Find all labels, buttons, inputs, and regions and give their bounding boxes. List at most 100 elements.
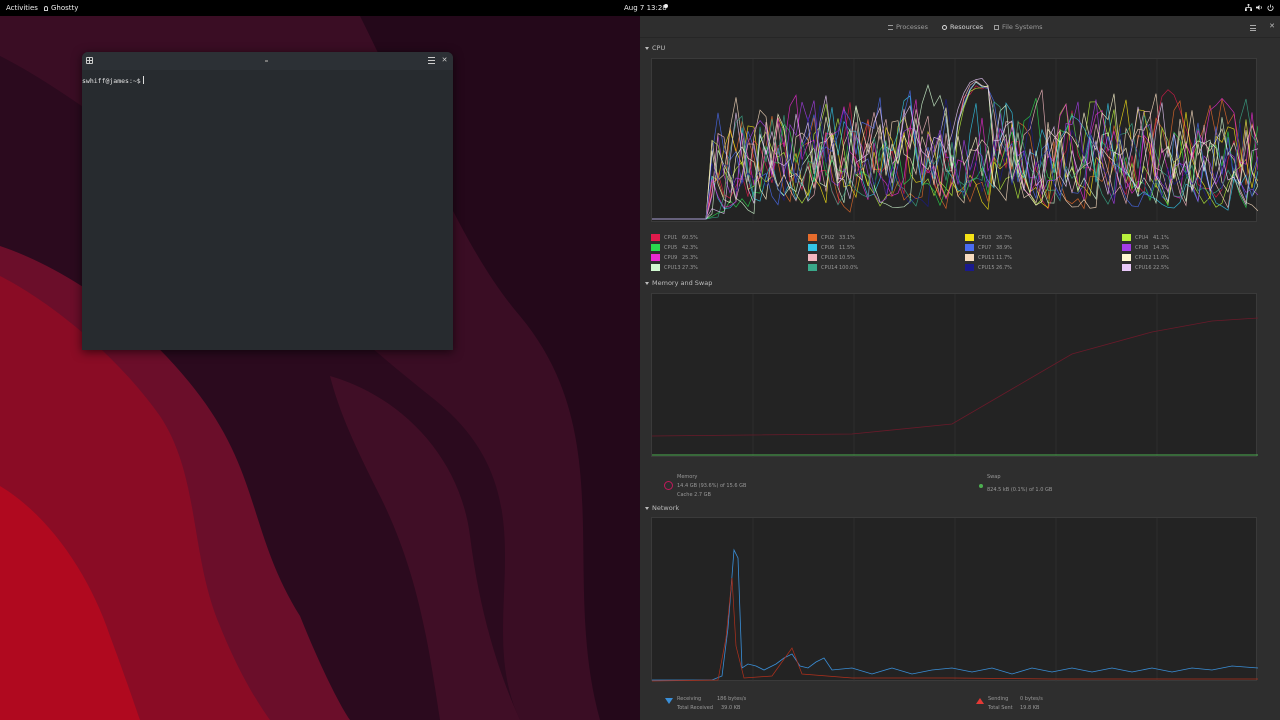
cpu-color-swatch[interactable] bbox=[965, 254, 974, 261]
terminal-window[interactable]: ✕ swhiff@james:~$ bbox=[82, 52, 453, 350]
cpu-color-swatch[interactable] bbox=[808, 264, 817, 271]
cpu-legend-item: CPU12 11.0% bbox=[1122, 254, 1169, 261]
tab-label: Resources bbox=[950, 23, 984, 31]
terminal-output[interactable]: swhiff@james:~$ bbox=[82, 70, 453, 85]
sending-arrow-icon bbox=[976, 698, 984, 704]
swap-value: 824.5 kB (0.1%) of 1.0 GB bbox=[987, 487, 1053, 493]
app-menu[interactable]: Ghostty bbox=[44, 4, 78, 12]
hamburger-menu-icon[interactable] bbox=[428, 57, 435, 64]
memory-section-header[interactable]: Memory and Swap bbox=[645, 279, 712, 287]
terminal-header-bar[interactable]: ✕ bbox=[82, 52, 453, 70]
cpu-name: CPU7 bbox=[978, 244, 992, 251]
tab-processes[interactable]: Processes bbox=[888, 23, 928, 31]
network-title: Network bbox=[652, 504, 680, 512]
clock[interactable]: Aug 7 13:28 bbox=[624, 4, 667, 12]
cpu-name: CPU16 bbox=[1135, 264, 1152, 271]
power-icon bbox=[1267, 4, 1274, 11]
cpu-name: CPU13 bbox=[664, 264, 681, 271]
memory-value: 14.4 GB (93.6%) of 15.6 GB bbox=[677, 483, 747, 489]
swap-label: Swap bbox=[987, 474, 1001, 480]
cpu-name: CPU11 bbox=[978, 254, 995, 261]
network-lines bbox=[652, 518, 1258, 682]
cpu-color-swatch[interactable] bbox=[651, 244, 660, 251]
cpu-color-swatch[interactable] bbox=[1122, 254, 1131, 261]
cpu-value: 11.5% bbox=[839, 244, 855, 251]
total-received-value: 39.0 KB bbox=[721, 705, 741, 711]
cpu-color-swatch[interactable] bbox=[651, 254, 660, 261]
cpu-legend-item: CPU11 11.7% bbox=[965, 254, 1012, 261]
cpu-legend-item: CPU4 41.1% bbox=[1122, 234, 1169, 241]
cpu-name: CPU4 bbox=[1135, 234, 1149, 241]
cpu-name: CPU15 bbox=[978, 264, 995, 271]
cpu-legend-item: CPU16 22.5% bbox=[1122, 264, 1169, 271]
drag-handle[interactable] bbox=[265, 60, 268, 62]
cpu-name: CPU1 bbox=[664, 234, 678, 241]
cpu-color-swatch[interactable] bbox=[965, 244, 974, 251]
disk-icon bbox=[994, 24, 999, 30]
memory-lines bbox=[652, 294, 1258, 458]
cpu-value: 26.7% bbox=[996, 234, 1012, 241]
system-monitor-window[interactable]: Processes Resources File Systems ✕ CPU C… bbox=[640, 16, 1280, 720]
memory-label: Memory bbox=[677, 474, 698, 480]
cpu-title: CPU bbox=[652, 44, 666, 52]
tab-resources[interactable]: Resources bbox=[942, 23, 983, 31]
cache-value: Cache 2.7 GB bbox=[677, 492, 711, 498]
cpu-value: 42.3% bbox=[682, 244, 698, 251]
cpu-name: CPU14 bbox=[821, 264, 838, 271]
cpu-legend-item: CPU9 25.3% bbox=[651, 254, 698, 261]
cpu-value: 22.5% bbox=[1153, 264, 1169, 271]
cpu-value: 33.1% bbox=[839, 234, 855, 241]
cpu-value: 41.1% bbox=[1153, 234, 1169, 241]
volume-icon bbox=[1256, 4, 1262, 11]
cpu-value: 27.3% bbox=[682, 264, 698, 271]
system-status-area[interactable] bbox=[1245, 4, 1274, 11]
cpu-value: 10.5% bbox=[839, 254, 855, 261]
cpu-legend-item: CPU10 10.5% bbox=[808, 254, 855, 261]
memory-history-graph bbox=[651, 293, 1258, 458]
cpu-name: CPU2 bbox=[821, 234, 835, 241]
close-icon[interactable]: ✕ bbox=[1269, 22, 1275, 30]
cpu-color-swatch[interactable] bbox=[965, 264, 974, 271]
total-sent-value: 19.8 KB bbox=[1020, 705, 1040, 711]
text-cursor bbox=[142, 76, 144, 84]
total-sent-label: Total Sent bbox=[988, 705, 1013, 711]
tab-file-systems[interactable]: File Systems bbox=[994, 23, 1043, 31]
close-icon[interactable]: ✕ bbox=[440, 56, 449, 65]
cpu-color-swatch[interactable] bbox=[808, 234, 817, 241]
shell-prompt: swhiff@james:~$ bbox=[82, 77, 141, 85]
desktop-wallpaper: ✕ swhiff@james:~$ bbox=[0, 16, 640, 720]
cpu-legend-item: CPU7 38.9% bbox=[965, 244, 1012, 251]
list-icon bbox=[888, 24, 893, 30]
cpu-color-swatch[interactable] bbox=[965, 234, 974, 241]
activities-button[interactable]: Activities bbox=[6, 4, 38, 12]
network-legend: Receiving 186 bytes/s Total Received 39.… bbox=[651, 694, 1271, 716]
monitor-header-bar[interactable]: Processes Resources File Systems ✕ bbox=[640, 16, 1280, 38]
cpu-color-swatch[interactable] bbox=[651, 234, 660, 241]
cpu-color-swatch[interactable] bbox=[1122, 234, 1131, 241]
cpu-value: 14.3% bbox=[1153, 244, 1169, 251]
cpu-color-swatch[interactable] bbox=[651, 264, 660, 271]
cpu-value: 60.5% bbox=[682, 234, 698, 241]
receiving-value: 186 bytes/s bbox=[717, 696, 747, 702]
hamburger-menu-icon[interactable] bbox=[1250, 25, 1256, 33]
cpu-name: CPU5 bbox=[664, 244, 678, 251]
network-section-header[interactable]: Network bbox=[645, 504, 679, 512]
cpu-color-swatch[interactable] bbox=[1122, 264, 1131, 271]
cpu-color-swatch[interactable] bbox=[1122, 244, 1131, 251]
cpu-legend-item: CPU6 11.5% bbox=[808, 244, 855, 251]
ghostty-icon bbox=[44, 5, 48, 11]
cpu-legend-item: CPU5 42.3% bbox=[651, 244, 698, 251]
cpu-section-header[interactable]: CPU bbox=[645, 44, 665, 52]
expander-arrow-icon bbox=[645, 281, 649, 285]
total-received-label: Total Received bbox=[677, 705, 714, 711]
cpu-name: CPU10 bbox=[821, 254, 838, 261]
sending-value: 0 bytes/s bbox=[1020, 696, 1043, 702]
cpu-value: 100.0% bbox=[839, 264, 859, 271]
memory-legend: Memory 14.4 GB (93.6%) of 15.6 GB Cache … bbox=[651, 470, 1271, 500]
cpu-color-swatch[interactable] bbox=[808, 244, 817, 251]
expander-arrow-icon bbox=[645, 506, 649, 510]
new-tab-icon[interactable] bbox=[86, 57, 93, 64]
cpu-name: CPU3 bbox=[978, 234, 992, 241]
cpu-color-swatch[interactable] bbox=[808, 254, 817, 261]
cpu-legend-item: CPU3 26.7% bbox=[965, 234, 1012, 241]
